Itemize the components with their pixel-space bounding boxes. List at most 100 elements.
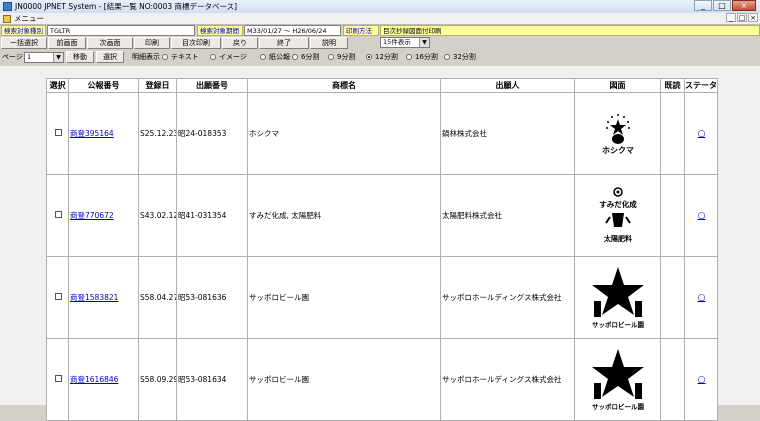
col-header-status[interactable]: ステータス (684, 78, 718, 93)
figure-cell[interactable]: ホシクマ (574, 92, 661, 175)
row-checkbox[interactable] (54, 211, 62, 218)
close-button[interactable]: × (732, 0, 756, 11)
table-row: 商登1616846 S58.09.29 昭53-081634 サッポロビール園 … (46, 338, 718, 421)
col-header-select[interactable]: 選択 (46, 78, 69, 93)
radio-6-split[interactable]: 6分割 (292, 51, 319, 63)
col-header-reg-date[interactable]: 登録日 (138, 78, 177, 93)
print-button[interactable]: 印刷 (134, 37, 170, 49)
logo-text: サッポロビール園 (592, 402, 645, 411)
status-cell: ○ (684, 256, 718, 339)
reg-date-cell: S25.12.23 (138, 92, 177, 175)
row-checkbox[interactable] (54, 129, 62, 136)
publication-number-link[interactable]: 商登1616846 (70, 375, 118, 384)
radio-text[interactable]: テキスト (162, 51, 199, 63)
prev-page-button[interactable]: 前画面 (48, 37, 86, 49)
minimize-button[interactable]: _ (694, 0, 712, 11)
radio-indicator (406, 54, 412, 60)
col-header-applicant[interactable]: 出願人 (440, 78, 575, 93)
trademark-logo-sapporo-star: サッポロビール園 (592, 266, 645, 329)
row-checkbox[interactable] (54, 293, 62, 300)
publication-number-link[interactable]: 商登770672 (70, 211, 114, 220)
status-link[interactable]: ○ (698, 375, 706, 385)
radio-label: 紙公報 (269, 53, 290, 61)
status-cell: ○ (684, 174, 718, 257)
applicant-cell: 太陽肥料株式会社 (440, 174, 575, 257)
radio-label: 9分割 (337, 53, 356, 61)
back-button[interactable]: 戻り (222, 37, 258, 49)
toolbar: 一括選択 前画面 次画面 印刷 目次印刷 戻り 終了 説明 15件表示 ▼ (0, 37, 760, 49)
print-method-label: 印刷方法 (343, 25, 379, 36)
publication-number-link[interactable]: 商登1583821 (70, 293, 118, 302)
select-cell (46, 256, 69, 339)
radio-indicator (210, 54, 216, 60)
figure-cell[interactable]: サッポロビール園 (574, 256, 661, 339)
radio-paper[interactable]: 紙公報 (260, 51, 290, 63)
col-header-read[interactable]: 既読 (660, 78, 685, 93)
radio-indicator (260, 54, 266, 60)
status-link[interactable]: ○ (698, 129, 706, 139)
page-label: ページ (2, 53, 23, 61)
status-link[interactable]: ○ (698, 293, 706, 303)
child-restore-icon[interactable]: □ (737, 13, 747, 22)
results-area: 選択 公報番号 登録日 出願番号 商標名 出願人 図面 既読 ステータス 商登3… (0, 66, 760, 421)
help-button[interactable]: 説明 (310, 37, 348, 49)
number-cell: 商登1583821 (68, 256, 139, 339)
logo-text: ホシクマ (602, 145, 634, 155)
options-row: ページ 1 ▼ 移動 選択 明細表示 テキスト イメージ 紙公報 6分割 9分割… (0, 51, 760, 64)
window-controls: _ □ × (693, 0, 756, 12)
display-count-select[interactable]: 15件表示 ▼ (380, 37, 430, 48)
reg-date-cell: S58.09.29 (138, 338, 177, 421)
move-button[interactable]: 移動 (66, 51, 94, 63)
child-minimize-icon[interactable]: _ (726, 13, 736, 22)
logo-text-bottom: 太陽肥料 (604, 234, 632, 243)
col-header-figure[interactable]: 図面 (574, 78, 661, 93)
select-cell (46, 174, 69, 257)
radio-label: 12分割 (375, 53, 398, 61)
select-all-button[interactable]: 一括選択 (1, 37, 47, 49)
results-table: 選択 公報番号 登録日 出願番号 商標名 出願人 図面 既読 ステータス 商登3… (46, 78, 718, 421)
radio-label: 6分割 (301, 53, 320, 61)
child-close-icon[interactable]: × (748, 13, 758, 22)
display-count-value: 15件表示 (383, 38, 411, 46)
radio-9-split[interactable]: 9分割 (328, 51, 355, 63)
detail-display-label: 明細表示 (132, 53, 160, 61)
number-cell: 商登770672 (68, 174, 139, 257)
radio-image[interactable]: イメージ (210, 51, 247, 63)
exit-button[interactable]: 終了 (259, 37, 309, 49)
title-bar: JN0000 JPNET System - [結果一覧 NO:0003 商標デー… (0, 0, 760, 14)
select-button[interactable]: 選択 (96, 51, 124, 63)
applicant-cell: サッポロホールディングス株式会社 (440, 338, 575, 421)
publication-number-link[interactable]: 商登395164 (70, 129, 114, 138)
app-no-cell: 昭24-018353 (176, 92, 248, 175)
window-title: JN0000 JPNET System - [結果一覧 NO:0003 商標デー… (15, 2, 238, 11)
radio-32-split[interactable]: 32分割 (444, 51, 476, 63)
row-checkbox[interactable] (54, 375, 62, 382)
status-link[interactable]: ○ (698, 211, 706, 221)
trademark-name-cell: サッポロビール園 (247, 338, 441, 421)
page-select[interactable]: 1 ▼ (24, 52, 64, 63)
figure-cell[interactable]: すみだ化成 太陽肥料 (574, 174, 661, 257)
next-page-button[interactable]: 次画面 (87, 37, 133, 49)
menu-item-menu[interactable]: メニュー (14, 13, 44, 24)
radio-12-split[interactable]: 12分割 (366, 51, 398, 63)
col-header-name[interactable]: 商標名 (247, 78, 441, 93)
toc-print-button[interactable]: 目次印刷 (171, 37, 221, 49)
figure-cell[interactable]: サッポロビール園 (574, 338, 661, 421)
table-header-row: 選択 公報番号 登録日 出願番号 商標名 出願人 図面 既読 ステータス (46, 78, 718, 93)
trademark-name-cell: すみだ化成, 太陽肥料 (247, 174, 441, 257)
select-cell (46, 92, 69, 175)
status-cell: ○ (684, 338, 718, 421)
col-header-app-no[interactable]: 出願番号 (176, 78, 248, 93)
applicant-cell: サッポロホールディングス株式会社 (440, 256, 575, 339)
print-method-value: 目次抄録図面付印刷 (380, 25, 760, 36)
status-cell: ○ (684, 92, 718, 175)
select-cell (46, 338, 69, 421)
table-row: 商登395164 S25.12.23 昭24-018353 ホシクマ 鍋林株式会… (46, 92, 718, 175)
radio-label: 32分割 (453, 53, 476, 61)
col-header-number[interactable]: 公報番号 (68, 78, 139, 93)
maximize-button[interactable]: □ (713, 0, 731, 11)
chevron-down-icon: ▼ (419, 38, 429, 47)
applicant-cell: 鍋林株式会社 (440, 92, 575, 175)
radio-label: イメージ (219, 53, 247, 61)
radio-16-split[interactable]: 16分割 (406, 51, 438, 63)
